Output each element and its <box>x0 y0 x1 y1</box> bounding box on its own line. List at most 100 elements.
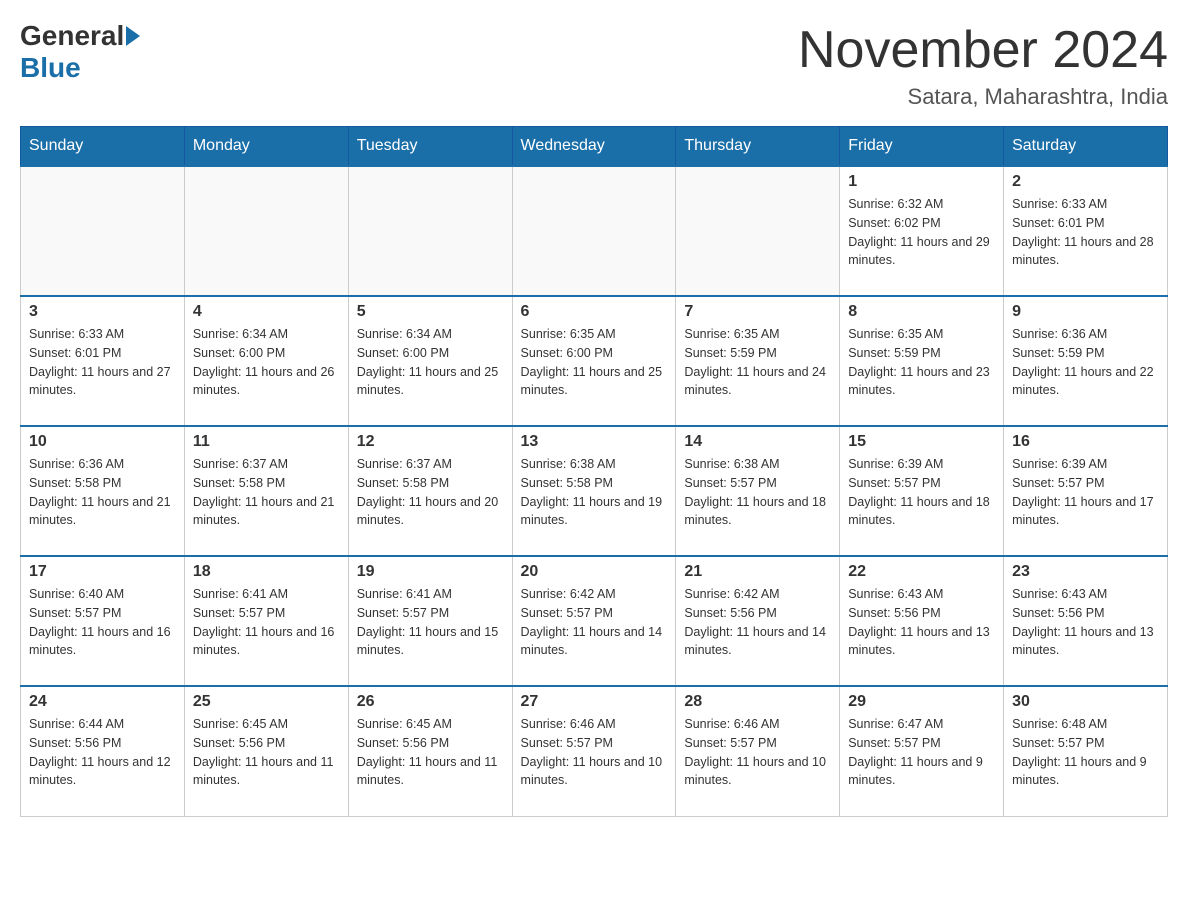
day-info: Sunrise: 6:42 AMSunset: 5:56 PMDaylight:… <box>684 585 831 660</box>
column-header-wednesday: Wednesday <box>512 127 676 167</box>
day-number: 11 <box>193 433 340 451</box>
day-number: 30 <box>1012 693 1159 711</box>
day-info: Sunrise: 6:41 AMSunset: 5:57 PMDaylight:… <box>357 585 504 660</box>
day-info: Sunrise: 6:33 AMSunset: 6:01 PMDaylight:… <box>1012 195 1159 270</box>
day-number: 14 <box>684 433 831 451</box>
day-info: Sunrise: 6:36 AMSunset: 5:58 PMDaylight:… <box>29 455 176 530</box>
calendar-cell: 12Sunrise: 6:37 AMSunset: 5:58 PMDayligh… <box>348 426 512 556</box>
calendar-cell: 1 Sunrise: 6:32 AMSunset: 6:02 PMDaylight… <box>840 166 1004 296</box>
column-header-friday: Friday <box>840 127 1004 167</box>
day-info: Sunrise: 6:46 AMSunset: 5:57 PMDaylight:… <box>684 715 831 790</box>
day-number: 1 <box>848 173 995 191</box>
day-info: Sunrise: 6:36 AMSunset: 5:59 PMDaylight:… <box>1012 325 1159 400</box>
day-info: Sunrise: 6:35 AMSunset: 6:00 PMDaylight:… <box>521 325 668 400</box>
calendar-cell: 8 Sunrise: 6:35 AMSunset: 5:59 PMDaylight… <box>840 296 1004 426</box>
calendar-cell: 19Sunrise: 6:41 AMSunset: 5:57 PMDayligh… <box>348 556 512 686</box>
calendar-cell: 14 Sunrise: 6:38 AMSunset: 5:57 PMDayligh… <box>676 426 840 556</box>
calendar-cell: 6 Sunrise: 6:35 AMSunset: 6:00 PMDaylight… <box>512 296 676 426</box>
day-number: 28 <box>684 693 831 711</box>
calendar-cell: 13 Sunrise: 6:38 AMSunset: 5:58 PMDayligh… <box>512 426 676 556</box>
day-info: Sunrise: 6:45 AMSunset: 5:56 PMDaylight:… <box>357 715 504 790</box>
day-number: 15 <box>848 433 995 451</box>
day-info: Sunrise: 6:46 AMSunset: 5:57 PMDaylight:… <box>521 715 668 790</box>
calendar-cell: 5Sunrise: 6:34 AMSunset: 6:00 PMDaylight… <box>348 296 512 426</box>
day-number: 26 <box>357 693 504 711</box>
calendar-cell: 15 Sunrise: 6:39 AMSunset: 5:57 PMDayligh… <box>840 426 1004 556</box>
calendar-header-row: SundayMondayTuesdayWednesdayThursdayFrid… <box>21 127 1168 167</box>
day-number: 23 <box>1012 563 1159 581</box>
day-info: Sunrise: 6:38 AMSunset: 5:58 PMDaylight:… <box>521 455 668 530</box>
day-number: 25 <box>193 693 340 711</box>
day-info: Sunrise: 6:39 AMSunset: 5:57 PMDaylight:… <box>1012 455 1159 530</box>
day-number: 13 <box>521 433 668 451</box>
day-info: Sunrise: 6:34 AMSunset: 6:00 PMDaylight:… <box>193 325 340 400</box>
day-info: Sunrise: 6:40 AMSunset: 5:57 PMDaylight:… <box>29 585 176 660</box>
calendar-cell <box>21 166 185 296</box>
month-year-title: November 2024 <box>798 20 1168 80</box>
calendar-cell: 20 Sunrise: 6:42 AMSunset: 5:57 PMDayligh… <box>512 556 676 686</box>
title-section: November 2024 Satara, Maharashtra, India <box>798 20 1168 110</box>
calendar-cell: 9 Sunrise: 6:36 AMSunset: 5:59 PMDaylight… <box>1004 296 1168 426</box>
week-row-1: 1 Sunrise: 6:32 AMSunset: 6:02 PMDaylight… <box>21 166 1168 296</box>
day-number: 5 <box>357 303 504 321</box>
calendar-cell: 2 Sunrise: 6:33 AMSunset: 6:01 PMDaylight… <box>1004 166 1168 296</box>
day-number: 20 <box>521 563 668 581</box>
day-number: 16 <box>1012 433 1159 451</box>
calendar-cell: 17 Sunrise: 6:40 AMSunset: 5:57 PMDayligh… <box>21 556 185 686</box>
calendar-cell: 30 Sunrise: 6:48 AMSunset: 5:57 PMDayligh… <box>1004 686 1168 816</box>
day-info: Sunrise: 6:33 AMSunset: 6:01 PMDaylight:… <box>29 325 176 400</box>
calendar-cell: 3 Sunrise: 6:33 AMSunset: 6:01 PMDaylight… <box>21 296 185 426</box>
day-info: Sunrise: 6:45 AMSunset: 5:56 PMDaylight:… <box>193 715 340 790</box>
day-number: 10 <box>29 433 176 451</box>
day-number: 17 <box>29 563 176 581</box>
calendar-cell: 26 Sunrise: 6:45 AMSunset: 5:56 PMDayligh… <box>348 686 512 816</box>
day-info: Sunrise: 6:39 AMSunset: 5:57 PMDaylight:… <box>848 455 995 530</box>
day-number: 8 <box>848 303 995 321</box>
day-info: Sunrise: 6:38 AMSunset: 5:57 PMDaylight:… <box>684 455 831 530</box>
calendar-cell: 16 Sunrise: 6:39 AMSunset: 5:57 PMDayligh… <box>1004 426 1168 556</box>
page-header: General Blue November 2024 Satara, Mahar… <box>20 20 1168 110</box>
day-number: 2 <box>1012 173 1159 191</box>
calendar-cell: 18Sunrise: 6:41 AMSunset: 5:57 PMDayligh… <box>184 556 348 686</box>
day-number: 24 <box>29 693 176 711</box>
calendar-cell <box>184 166 348 296</box>
day-info: Sunrise: 6:35 AMSunset: 5:59 PMDaylight:… <box>684 325 831 400</box>
calendar-cell: 21Sunrise: 6:42 AMSunset: 5:56 PMDayligh… <box>676 556 840 686</box>
logo-arrow-icon <box>126 26 140 46</box>
day-info: Sunrise: 6:48 AMSunset: 5:57 PMDaylight:… <box>1012 715 1159 790</box>
calendar-cell: 29Sunrise: 6:47 AMSunset: 5:57 PMDayligh… <box>840 686 1004 816</box>
column-header-monday: Monday <box>184 127 348 167</box>
column-header-sunday: Sunday <box>21 127 185 167</box>
day-number: 4 <box>193 303 340 321</box>
week-row-5: 24 Sunrise: 6:44 AMSunset: 5:56 PMDayligh… <box>21 686 1168 816</box>
day-number: 22 <box>848 563 995 581</box>
logo: General Blue <box>20 20 142 84</box>
day-info: Sunrise: 6:32 AMSunset: 6:02 PMDaylight:… <box>848 195 995 270</box>
week-row-2: 3 Sunrise: 6:33 AMSunset: 6:01 PMDaylight… <box>21 296 1168 426</box>
day-number: 12 <box>357 433 504 451</box>
calendar-cell: 27Sunrise: 6:46 AMSunset: 5:57 PMDayligh… <box>512 686 676 816</box>
column-header-thursday: Thursday <box>676 127 840 167</box>
calendar-cell: 4 Sunrise: 6:34 AMSunset: 6:00 PMDaylight… <box>184 296 348 426</box>
day-info: Sunrise: 6:44 AMSunset: 5:56 PMDaylight:… <box>29 715 176 790</box>
day-info: Sunrise: 6:41 AMSunset: 5:57 PMDaylight:… <box>193 585 340 660</box>
day-info: Sunrise: 6:42 AMSunset: 5:57 PMDaylight:… <box>521 585 668 660</box>
calendar-cell: 28 Sunrise: 6:46 AMSunset: 5:57 PMDayligh… <box>676 686 840 816</box>
calendar-cell: 11 Sunrise: 6:37 AMSunset: 5:58 PMDayligh… <box>184 426 348 556</box>
location-subtitle: Satara, Maharashtra, India <box>798 84 1168 110</box>
calendar-cell <box>676 166 840 296</box>
day-info: Sunrise: 6:37 AMSunset: 5:58 PMDaylight:… <box>193 455 340 530</box>
calendar-cell: 7 Sunrise: 6:35 AMSunset: 5:59 PMDaylight… <box>676 296 840 426</box>
column-header-tuesday: Tuesday <box>348 127 512 167</box>
calendar-table: SundayMondayTuesdayWednesdayThursdayFrid… <box>20 126 1168 817</box>
day-number: 7 <box>684 303 831 321</box>
day-number: 9 <box>1012 303 1159 321</box>
week-row-3: 10 Sunrise: 6:36 AMSunset: 5:58 PMDayligh… <box>21 426 1168 556</box>
logo-blue-text: Blue <box>20 52 81 84</box>
calendar-cell: 23 Sunrise: 6:43 AMSunset: 5:56 PMDayligh… <box>1004 556 1168 686</box>
day-number: 6 <box>521 303 668 321</box>
day-info: Sunrise: 6:43 AMSunset: 5:56 PMDaylight:… <box>1012 585 1159 660</box>
calendar-cell: 22Sunrise: 6:43 AMSunset: 5:56 PMDayligh… <box>840 556 1004 686</box>
day-number: 3 <box>29 303 176 321</box>
day-info: Sunrise: 6:35 AMSunset: 5:59 PMDaylight:… <box>848 325 995 400</box>
